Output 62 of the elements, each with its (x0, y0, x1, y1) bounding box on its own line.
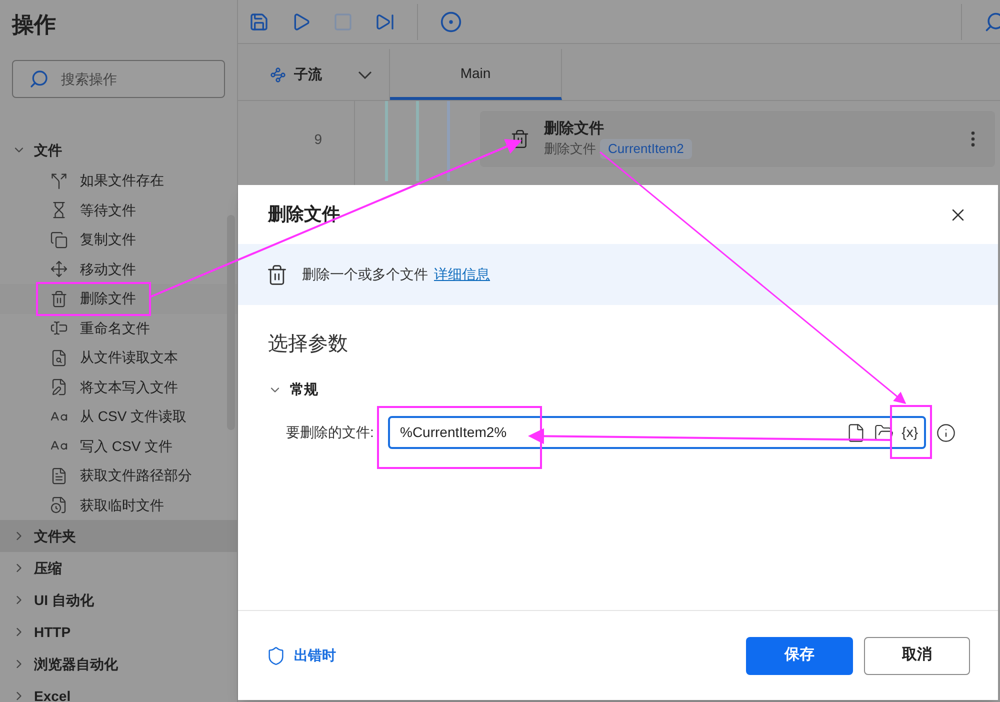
action-subtitle: 删除文件 (544, 140, 596, 158)
action-item[interactable]: 等待文件 (0, 196, 237, 225)
action-item[interactable]: 从文件读取文本 (0, 343, 237, 372)
fork-icon (50, 172, 68, 190)
record-icon[interactable] (440, 10, 462, 32)
on-error-button[interactable]: 出错时 (266, 645, 336, 666)
category-item[interactable]: HTTP (0, 616, 237, 648)
search-icon[interactable] (984, 10, 1000, 32)
highlight-frame (890, 405, 932, 459)
search-icon (29, 69, 49, 89)
save-button[interactable]: 保存 (746, 636, 853, 674)
action-item[interactable]: 从 CSV 文件读取 (0, 402, 237, 432)
file-clock-icon (50, 496, 68, 514)
action-item[interactable]: 获取文件路径部分 (0, 461, 237, 490)
flow-tab[interactable]: Main (390, 49, 562, 100)
rename-icon (50, 319, 68, 338)
search-input[interactable]: 搜索操作 (61, 68, 191, 90)
action-item[interactable]: 写入 CSV 文件 (0, 432, 237, 461)
file-edit-icon (50, 378, 68, 396)
file-search-icon (50, 348, 68, 367)
dialog-title: 删除文件 (268, 203, 341, 226)
file-input-field[interactable]: %CurrentItem2% {x} (388, 416, 926, 449)
action-item[interactable]: 重命名文件 (0, 314, 237, 343)
panel-title: 操作 (10, 11, 57, 39)
details-link[interactable]: 详细信息 (434, 264, 490, 285)
search-field[interactable]: 搜索操作 (12, 60, 225, 98)
section-title: 选择参数 (267, 332, 349, 357)
category-item[interactable]: 浏览器自动化 (0, 648, 237, 680)
copy-icon (50, 230, 68, 249)
trash-icon (510, 129, 530, 149)
action-item[interactable]: 删除文件 (0, 284, 237, 314)
action-item[interactable]: 获取临时文件 (0, 490, 237, 520)
scrollbar[interactable] (227, 215, 235, 430)
description-text: 删除一个或多个文件 (302, 265, 428, 284)
category-item[interactable]: 文件 (0, 134, 237, 166)
action-item[interactable]: 如果文件存在 (0, 166, 237, 196)
action-item[interactable]: 将文本写入文件 (0, 372, 237, 402)
chevron-down-icon (358, 70, 372, 78)
info-icon (936, 422, 956, 442)
group-header[interactable]: 常规 (238, 379, 348, 400)
category-item[interactable]: Excel (0, 680, 237, 702)
save-icon[interactable] (249, 12, 269, 32)
action-item[interactable]: 移动文件 (0, 254, 237, 284)
cancel-button[interactable]: 取消 (864, 636, 970, 674)
shield-icon (266, 646, 286, 666)
category-item[interactable]: 压缩 (0, 552, 237, 584)
file-text-icon (50, 466, 68, 485)
subflow-icon (270, 66, 286, 82)
file-path-input[interactable]: %CurrentItem2% (400, 422, 838, 443)
category-item[interactable]: UI 自动化 (0, 584, 237, 616)
step-icon[interactable] (375, 12, 395, 32)
trash-icon (50, 290, 68, 308)
subflow-dropdown[interactable]: 子流 (238, 49, 390, 100)
field-label: 要删除的文件: (286, 423, 375, 442)
action-card[interactable]: 删除文件 删除文件 CurrentItem2 (480, 111, 995, 167)
variable-tag: CurrentItem2 (600, 139, 692, 159)
trash-icon (266, 264, 288, 286)
move-icon (50, 260, 68, 278)
action-title: 删除文件 (544, 119, 605, 140)
category-item[interactable]: 文件夹 (0, 520, 237, 552)
action-item[interactable]: 复制文件 (0, 225, 237, 254)
variable-icon[interactable]: {x} (902, 422, 918, 443)
